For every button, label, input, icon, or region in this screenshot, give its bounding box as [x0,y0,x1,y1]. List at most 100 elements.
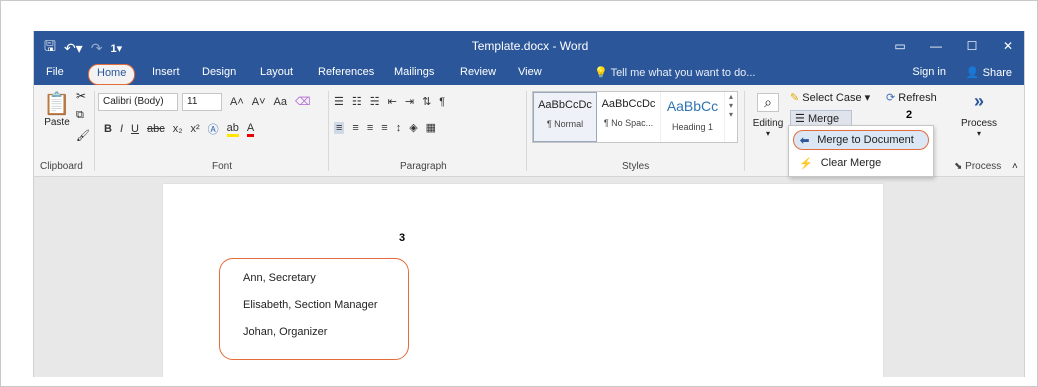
clear-merge-label: Clear Merge [820,157,882,169]
style-name: Heading 1 [671,122,714,132]
ribbon-tabs: File Home Insert Design Layout Reference… [34,61,1024,85]
font-size-row: A˄ A˅ Aa ⌫ [230,95,311,109]
align-center-icon[interactable]: ≡ [352,122,358,134]
show-marks-icon[interactable]: ¶ [439,96,445,108]
bold-button[interactable]: B [104,123,112,135]
style-name: ¶ Normal [546,119,584,129]
select-case-icon: ✎ [790,92,800,104]
format-painter-icon[interactable]: 🖌 [76,129,90,142]
close-icon[interactable]: ✕ [990,31,1024,61]
merge-to-document-item[interactable]: ⬅ Merge to Document [793,130,929,150]
italic-button[interactable]: I [120,123,123,135]
style-normal[interactable]: AaBbCcDc ¶ Normal [533,92,597,142]
font-size-box[interactable]: 11 [182,93,222,111]
style-no-spacing[interactable]: AaBbCcDc ¶ No Spac... [597,92,661,142]
tell-me-box[interactable]: 💡 Tell me what you want to do... [594,66,755,79]
collapse-ribbon-icon[interactable]: ˄ [1012,161,1018,172]
refresh-label: Refresh [898,92,937,104]
font-group-label: Font [212,161,233,172]
paragraph-row-2: ≡ ≡ ≡ ≡ ↕ ◈ ▦ [334,121,436,134]
clear-merge-item[interactable]: ⚡ Clear Merge [793,153,929,173]
tab-mailings[interactable]: Mailings [394,66,434,78]
change-case-button[interactable]: Aa [274,96,287,108]
paragraph-group-label: Paragraph [400,161,447,172]
tab-view[interactable]: View [518,66,542,78]
multilevel-list-icon[interactable]: ☵ [370,95,380,108]
highlight-icon[interactable]: ab [226,122,239,137]
font-color-icon[interactable]: A [246,122,255,137]
styles-group-label: Styles [622,161,650,172]
paste-button[interactable]: 📋 Paste [40,91,74,128]
shading-icon[interactable]: ◈ [409,121,417,134]
tab-insert[interactable]: Insert [152,66,180,78]
tab-references[interactable]: References [318,66,374,78]
lightbulb-icon: 💡 [594,67,608,79]
process-chevron-icon: ▾ [976,129,981,138]
merge-to-document-label: Merge to Document [817,134,914,146]
document-line: Elisabeth, Section Manager [243,299,378,311]
editing-chevron-icon: ▾ [765,129,770,138]
document-line: Johan, Organizer [243,326,328,338]
copy-icon[interactable]: ⧉ [76,109,84,122]
tab-layout[interactable]: Layout [260,66,293,78]
sort-icon[interactable]: ⇅ [422,95,431,108]
borders-icon[interactable]: ▦ [426,121,436,134]
numbering-icon[interactable]: ☷ [352,95,362,108]
merge-dropdown-menu: ⬅ Merge to Document ⚡ Clear Merge [788,125,934,177]
separator [94,91,95,171]
share-button[interactable]: 👤 Share [966,66,1012,79]
line-spacing-icon[interactable]: ↕ [396,122,402,134]
editing-button[interactable]: ⌕ Editing ▾ [748,93,788,138]
styles-scroll[interactable]: ▴ ▾ ▾ [725,92,737,142]
separator [744,91,745,171]
clear-formatting-icon[interactable]: ⌫ [295,95,311,108]
tab-file[interactable]: File [46,66,64,78]
shrink-font-icon[interactable]: A˅ [252,96,266,108]
tell-me-text: Tell me what you want to do... [610,67,756,79]
font-name-box[interactable]: Calibri (Body) [98,93,178,111]
window-title: Template.docx - Word [471,39,589,53]
share-label: Share [982,67,1012,79]
word-window: 🖫 ↶▾ ↷ 1▾ Template.docx - Word ▭ — ☐ ✕ F… [33,31,1025,377]
maximize-icon[interactable]: ☐ [954,31,990,61]
separator [526,91,527,171]
cut-icon[interactable]: ✂ [76,89,86,103]
document-page[interactable]: 3 Ann, Secretary Elisabeth, Section Mana… [162,183,884,377]
decrease-indent-icon[interactable]: ⇤ [388,95,397,108]
process-button[interactable]: » Process ▾ [954,91,1004,138]
window-controls: ▭ — ☐ ✕ [882,31,1024,61]
style-sample: AaBbCcDc [538,99,592,111]
process-label: Process [960,118,998,129]
document-line: Ann, Secretary [243,272,316,284]
callout-number-2: 2 [906,109,913,121]
screenshot-frame: 🖫 ↶▾ ↷ 1▾ Template.docx - Word ▭ — ☐ ✕ F… [0,0,1038,387]
justify-icon[interactable]: ≡ [381,122,387,134]
bullets-icon[interactable]: ☰ [334,95,344,108]
select-case-button[interactable]: ✎ Select Case ▾ [790,91,870,104]
tab-review[interactable]: Review [460,66,496,78]
underline-button[interactable]: U [131,123,139,135]
refresh-button[interactable]: ⟳ Refresh [886,91,937,104]
superscript-button[interactable]: x² [191,123,200,135]
merge-label: Merge [807,113,840,125]
tab-design[interactable]: Design [202,66,236,78]
style-heading-1[interactable]: AaBbCc Heading 1 [661,92,725,142]
increase-indent-icon[interactable]: ⇥ [405,95,414,108]
ribbon-display-icon[interactable]: ▭ [882,31,918,61]
callout-number-3: 3 [399,232,406,244]
sign-in-link[interactable]: Sign in [912,66,946,78]
grow-font-icon[interactable]: A˄ [230,96,244,108]
align-right-icon[interactable]: ≡ [367,122,373,134]
dialog-launcher-icon[interactable]: ⬊ [954,161,962,172]
font-format-row: B I U abc x₂ x² Ⓐ ab A [104,121,255,137]
text-effects-icon[interactable]: Ⓐ [208,121,219,137]
strikethrough-button[interactable]: abc [147,123,165,135]
align-left-icon[interactable]: ≡ [334,121,345,134]
subscript-button[interactable]: x₂ [173,123,183,135]
styles-gallery: AaBbCcDc ¶ Normal AaBbCcDc ¶ No Spac... … [532,91,738,143]
arrow-left-icon: ⬅ [800,134,810,147]
minimize-icon[interactable]: — [918,31,954,61]
clipboard-group-label: Clipboard [40,161,83,172]
editing-label: Editing [752,118,784,129]
tab-home[interactable]: Home [88,64,136,85]
